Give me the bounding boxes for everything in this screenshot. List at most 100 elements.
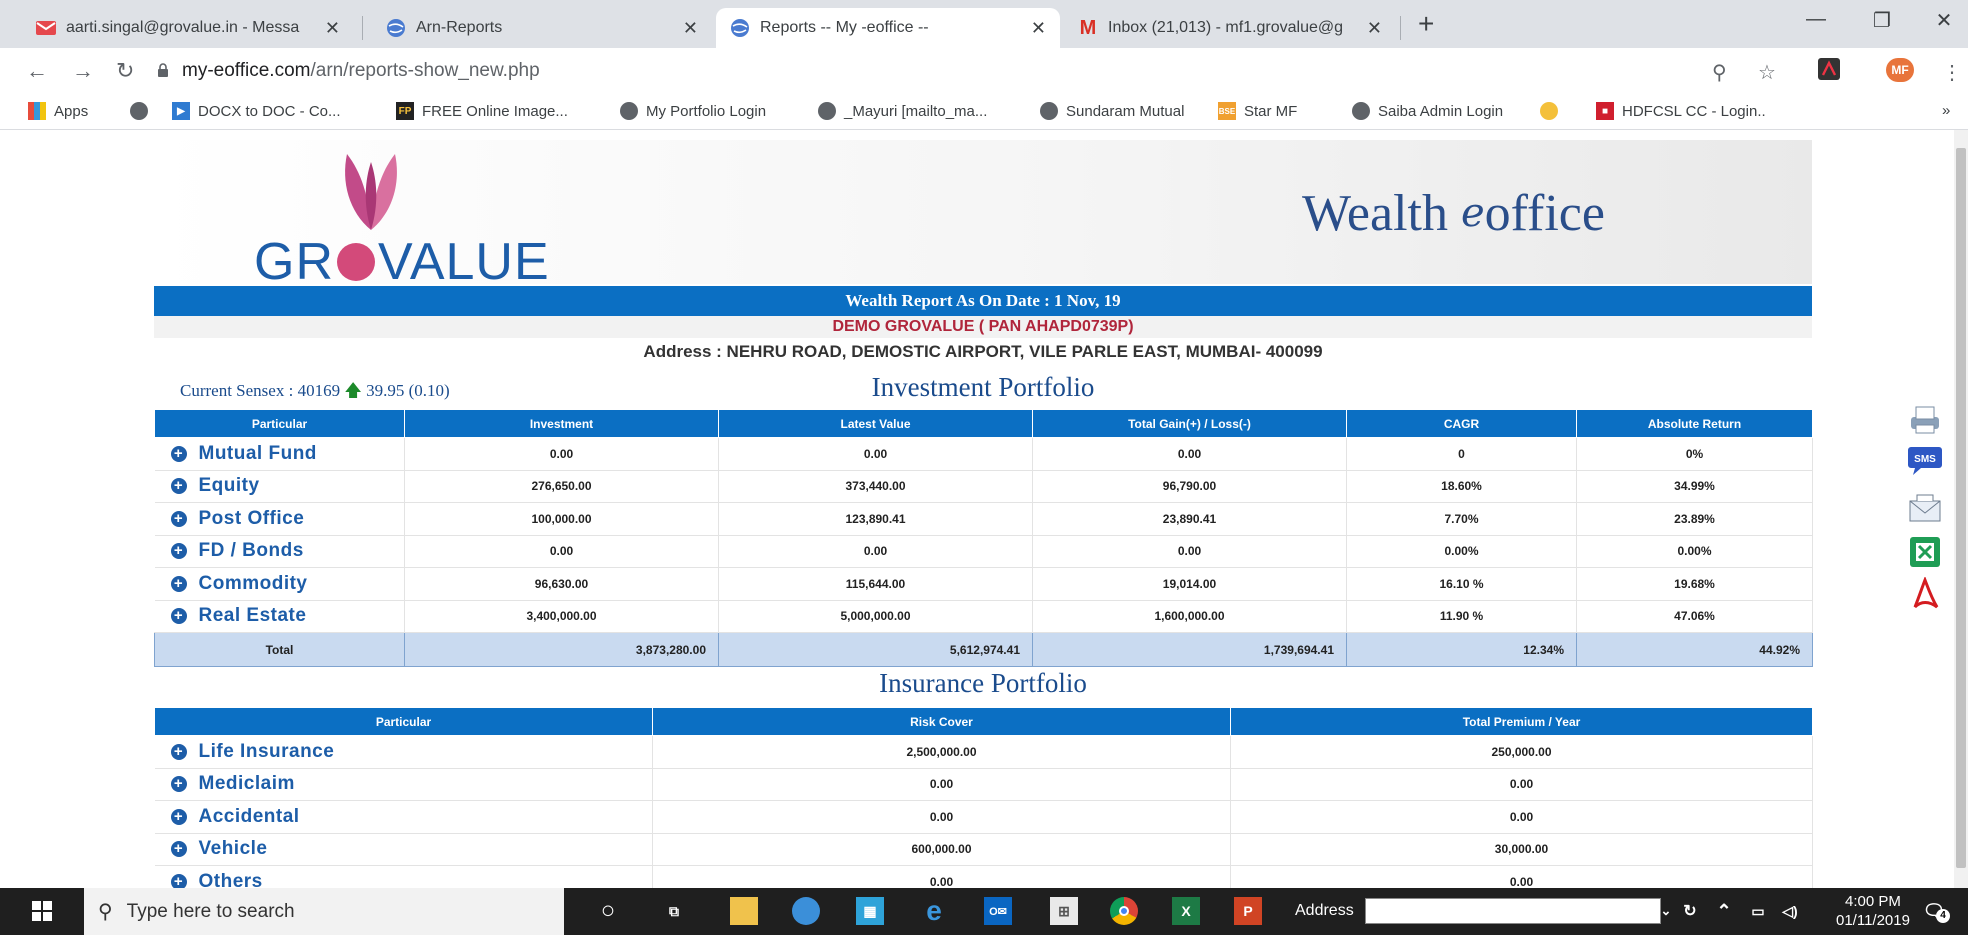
chrome-icon[interactable] bbox=[1110, 897, 1138, 925]
close-icon[interactable]: ✕ bbox=[683, 18, 698, 39]
col-gain-loss[interactable]: Total Gain(+) / Loss(-) bbox=[1032, 409, 1347, 438]
menu-icon[interactable]: ⋮ bbox=[1942, 60, 1962, 85]
expand-plus-icon[interactable]: + bbox=[170, 510, 187, 527]
tab-mail[interactable]: aarti.singal@grovalue.in - Messa ✕ bbox=[22, 8, 354, 48]
bookmark-starmf[interactable]: BSE Star MF bbox=[1218, 102, 1297, 120]
window-close-icon[interactable]: ✕ bbox=[1924, 8, 1964, 33]
col-particular[interactable]: Particular bbox=[154, 409, 405, 438]
bookmark-plant[interactable] bbox=[1540, 102, 1566, 120]
notification-icon[interactable]: 🗨 4 bbox=[1920, 897, 1950, 925]
excel-taskbar-icon[interactable]: X bbox=[1172, 897, 1200, 925]
task-view-icon[interactable]: ⧉ bbox=[660, 897, 688, 925]
address-toolbar-input[interactable] bbox=[1365, 898, 1661, 924]
bookmark-hdfcsl[interactable]: ■ HDFCSL CC - Login.. bbox=[1596, 102, 1766, 120]
expand-plus-icon[interactable]: + bbox=[170, 873, 187, 888]
bookmark-mayuri[interactable]: _Mayuri [mailto_ma... bbox=[818, 102, 987, 120]
close-icon[interactable]: ✕ bbox=[325, 18, 340, 39]
expand-plus-icon[interactable]: + bbox=[170, 608, 187, 625]
bookmark-apps[interactable]: Apps bbox=[28, 102, 88, 120]
back-icon[interactable]: ← bbox=[26, 60, 48, 82]
row-particular[interactable]: + Vehicle bbox=[154, 833, 653, 866]
row-particular[interactable]: + Mutual Fund bbox=[154, 437, 405, 471]
investment-row[interactable]: + Equity 276,650.00 373,440.00 96,790.00 18.6… bbox=[154, 470, 1813, 503]
more-bookmarks[interactable]: » bbox=[1942, 102, 1950, 119]
url-field[interactable]: my-eoffice.com/arn/reports-show_new.php bbox=[182, 60, 540, 82]
expand-plus-icon[interactable]: + bbox=[170, 776, 187, 793]
insurance-row[interactable]: + Others 0.00 0.00 bbox=[154, 865, 1813, 888]
col-risk-cover[interactable]: Risk Cover bbox=[652, 707, 1231, 736]
row-particular[interactable]: + Mediclaim bbox=[154, 768, 653, 801]
sms-icon[interactable]: SMS bbox=[1907, 442, 1943, 478]
col-cagr[interactable]: CAGR bbox=[1346, 409, 1577, 438]
investment-row[interactable]: + Mutual Fund 0.00 0.00 0.00 0 0% bbox=[154, 437, 1813, 471]
app-icon[interactable] bbox=[792, 897, 820, 925]
store-icon[interactable]: ⊞ bbox=[1050, 897, 1078, 925]
bookmark-globe[interactable] bbox=[130, 102, 156, 120]
bookmark-image[interactable]: FP FREE Online Image... bbox=[396, 102, 568, 120]
row-particular[interactable]: + Accidental bbox=[154, 800, 653, 834]
powerpoint-icon[interactable]: P bbox=[1234, 897, 1262, 925]
refresh-icon[interactable]: ↻ bbox=[1676, 897, 1704, 925]
acrobat-extension-icon[interactable] bbox=[1818, 58, 1840, 86]
edge-icon[interactable]: e bbox=[920, 895, 948, 926]
bookmark-portfolio[interactable]: My Portfolio Login bbox=[620, 102, 766, 120]
restore-icon[interactable]: ❐ bbox=[1862, 8, 1902, 33]
calculator-icon[interactable]: ▦ bbox=[856, 897, 884, 925]
reload-icon[interactable]: ↻ bbox=[116, 60, 134, 82]
print-icon[interactable] bbox=[1907, 402, 1943, 438]
expand-plus-icon[interactable]: + bbox=[170, 478, 187, 495]
col-investment[interactable]: Investment bbox=[404, 409, 719, 438]
bookmark-docx[interactable]: ▶ DOCX to DOC - Co... bbox=[172, 102, 341, 120]
network-icon[interactable]: ▭ bbox=[1744, 897, 1772, 925]
row-particular[interactable]: + Real Estate bbox=[154, 600, 405, 633]
cortana-icon[interactable]: ○ bbox=[594, 897, 622, 925]
row-particular[interactable]: + Post Office bbox=[154, 502, 405, 536]
taskbar-search[interactable]: ⚲ Type here to search bbox=[84, 888, 564, 935]
row-particular[interactable]: + Life Insurance bbox=[154, 735, 653, 769]
bookmark-sundaram[interactable]: Sundaram Mutual bbox=[1040, 102, 1184, 120]
investment-row[interactable]: + Post Office 100,000.00 123,890.41 23,890.4… bbox=[154, 502, 1813, 536]
insurance-row[interactable]: + Vehicle 600,000.00 30,000.00 bbox=[154, 833, 1813, 866]
row-particular[interactable]: + Commodity bbox=[154, 567, 405, 601]
profile-avatar[interactable]: MF bbox=[1886, 58, 1914, 82]
tab-reports-active[interactable]: Reports -- My -eoffice -- ✕ bbox=[716, 8, 1060, 48]
minimize-icon[interactable]: — bbox=[1796, 8, 1836, 31]
expand-plus-icon[interactable]: + bbox=[170, 743, 187, 760]
row-particular[interactable]: + FD / Bonds bbox=[154, 535, 405, 568]
excel-icon[interactable] bbox=[1907, 534, 1943, 570]
insurance-row[interactable]: + Mediclaim 0.00 0.00 bbox=[154, 768, 1813, 801]
expand-plus-icon[interactable]: + bbox=[170, 445, 187, 462]
close-icon[interactable]: ✕ bbox=[1367, 18, 1382, 39]
chevron-up-icon[interactable]: ⌃ bbox=[1710, 897, 1738, 925]
scrollbar-thumb[interactable] bbox=[1956, 148, 1966, 868]
tab-gmail[interactable]: M Inbox (21,013) - mf1.grovalue@g ✕ bbox=[1064, 8, 1396, 48]
investment-row[interactable]: + Commodity 96,630.00 115,644.00 19,014.00 16… bbox=[154, 567, 1813, 601]
expand-plus-icon[interactable]: + bbox=[170, 841, 187, 858]
col-premium[interactable]: Total Premium / Year bbox=[1230, 707, 1813, 736]
system-clock[interactable]: 4:00 PM 01/11/2019 bbox=[1836, 892, 1910, 930]
col-particular[interactable]: Particular bbox=[154, 707, 653, 736]
forward-icon[interactable]: → bbox=[72, 60, 94, 82]
col-latest-value[interactable]: Latest Value bbox=[718, 409, 1033, 438]
zoom-icon[interactable]: ⚲ bbox=[1712, 60, 1727, 85]
outlook-icon[interactable]: O✉ bbox=[984, 897, 1012, 925]
pdf-icon[interactable] bbox=[1907, 576, 1943, 612]
email-icon[interactable] bbox=[1907, 490, 1943, 526]
volume-icon[interactable]: ◁) bbox=[1776, 897, 1804, 925]
row-particular[interactable]: + Others bbox=[154, 865, 653, 888]
star-icon[interactable]: ☆ bbox=[1758, 60, 1776, 85]
col-absolute-return[interactable]: Absolute Return bbox=[1576, 409, 1813, 438]
tab-arn-reports[interactable]: Arn-Reports ✕ bbox=[372, 8, 712, 48]
insurance-row[interactable]: + Accidental 0.00 0.00 bbox=[154, 800, 1813, 834]
file-explorer-icon[interactable] bbox=[730, 897, 758, 925]
investment-row[interactable]: + Real Estate 3,400,000.00 5,000,000.00 1,60… bbox=[154, 600, 1813, 633]
insurance-row[interactable]: + Life Insurance 2,500,000.00 250,000.00 bbox=[154, 735, 1813, 769]
expand-plus-icon[interactable]: + bbox=[170, 543, 187, 560]
row-particular[interactable]: + Equity bbox=[154, 470, 405, 503]
windows-start-icon[interactable] bbox=[28, 897, 56, 925]
close-icon[interactable]: ✕ bbox=[1031, 18, 1046, 39]
investment-row[interactable]: + FD / Bonds 0.00 0.00 0.00 0.00% 0.00% bbox=[154, 535, 1813, 568]
bookmark-saiba[interactable]: Saiba Admin Login bbox=[1352, 102, 1503, 120]
new-tab-icon[interactable]: + bbox=[1418, 10, 1434, 38]
expand-plus-icon[interactable]: + bbox=[170, 575, 187, 592]
